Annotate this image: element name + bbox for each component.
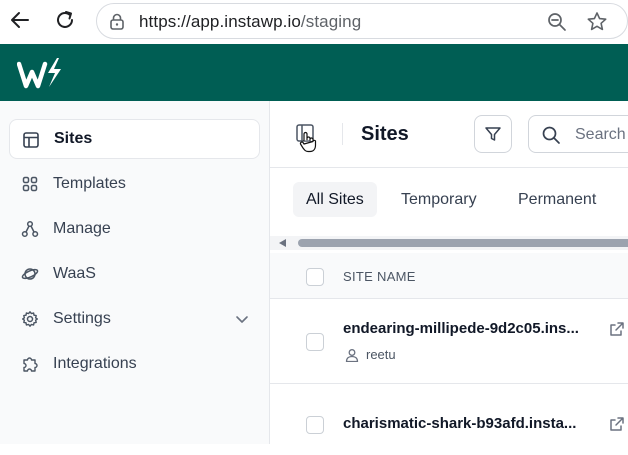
reload-button[interactable] xyxy=(51,6,79,34)
sidebar-item-label: Templates xyxy=(53,175,126,192)
site-name-link[interactable]: charismatic-shark-b93afd.insta... xyxy=(343,415,576,432)
planet-icon xyxy=(21,268,39,280)
site-owner-name: reetu xyxy=(366,347,396,362)
sidebar-item-manage[interactable]: Manage xyxy=(9,209,260,249)
bookmark-star-icon[interactable] xyxy=(586,11,608,32)
sidebar-item-label: WaaS xyxy=(53,265,96,282)
row-checkbox[interactable] xyxy=(306,416,324,434)
sidebar-item-waas[interactable]: WaaS xyxy=(9,254,260,294)
scroll-left-arrow-icon[interactable] xyxy=(279,239,286,247)
table-header: SITE NAME xyxy=(270,253,628,299)
sidebar-toggle-button[interactable] xyxy=(294,122,320,153)
horizontal-scrollbar[interactable] xyxy=(270,236,628,250)
network-icon xyxy=(21,220,39,238)
sidebar-item-settings[interactable]: Settings xyxy=(9,299,260,339)
url-text: https://app.instawp.io/staging xyxy=(139,12,361,32)
toolbar-divider xyxy=(342,123,343,145)
page-title: Sites xyxy=(361,123,409,145)
hand-cursor-icon xyxy=(299,131,317,153)
tab-temporary[interactable]: Temporary xyxy=(388,182,490,217)
select-all-checkbox[interactable] xyxy=(306,268,324,286)
sidebar: Sites Templates Manage WaaS Settings Int… xyxy=(0,101,270,444)
browser-toolbar: https://app.instawp.io/staging xyxy=(0,0,628,44)
instawp-logo[interactable] xyxy=(17,56,63,90)
address-bar[interactable]: https://app.instawp.io/staging xyxy=(96,3,628,39)
sidebar-item-label: Integrations xyxy=(53,355,137,372)
search-placeholder: Search xyxy=(575,126,626,143)
tab-permanent[interactable]: Permanent xyxy=(505,182,609,217)
url-domain: https://app.instawp.io xyxy=(139,12,301,31)
scroll-thumb[interactable] xyxy=(298,239,628,247)
sidebar-item-label: Sites xyxy=(54,130,93,147)
reload-icon xyxy=(57,11,73,28)
table-row[interactable]: endearing-millipede-9d2c05.ins... reetu xyxy=(270,300,628,384)
site-owner: reetu xyxy=(345,347,396,362)
main-content: Sites Search All Sites Temporary Permane… xyxy=(270,101,628,444)
page-toolbar: Sites Search xyxy=(270,101,628,168)
tab-all-sites[interactable]: All Sites xyxy=(293,182,377,217)
zoom-out-icon[interactable] xyxy=(547,12,567,32)
table-row[interactable]: charismatic-shark-b93afd.insta... xyxy=(270,385,628,455)
url-path: /staging xyxy=(300,12,362,31)
gear-icon xyxy=(22,311,38,327)
app-header xyxy=(0,44,628,101)
sidebar-item-templates[interactable]: Templates xyxy=(9,164,260,204)
filter-button[interactable] xyxy=(474,115,512,153)
external-link-icon[interactable] xyxy=(609,416,625,432)
back-button[interactable] xyxy=(6,6,34,34)
search-icon xyxy=(542,126,560,144)
column-header-site-name[interactable]: SITE NAME xyxy=(343,269,416,284)
sidebar-item-integrations[interactable]: Integrations xyxy=(9,344,260,384)
user-icon xyxy=(345,348,359,362)
back-arrow-icon xyxy=(11,12,29,28)
chevron-down-icon[interactable] xyxy=(234,311,250,327)
site-name-link[interactable]: endearing-millipede-9d2c05.ins... xyxy=(343,320,579,337)
filter-icon xyxy=(485,127,501,141)
sidebar-item-label: Manage xyxy=(53,220,111,237)
grid-icon xyxy=(22,176,38,192)
external-link-icon[interactable] xyxy=(609,321,625,337)
row-checkbox[interactable] xyxy=(306,333,324,351)
layout-icon xyxy=(23,132,39,148)
puzzle-icon xyxy=(23,357,38,372)
site-info-icon[interactable] xyxy=(109,13,125,31)
search-input[interactable]: Search xyxy=(528,115,628,153)
sidebar-item-sites[interactable]: Sites xyxy=(9,119,260,159)
site-filter-tabs: All Sites Temporary Permanent xyxy=(270,168,628,233)
sidebar-item-label: Settings xyxy=(53,310,111,327)
